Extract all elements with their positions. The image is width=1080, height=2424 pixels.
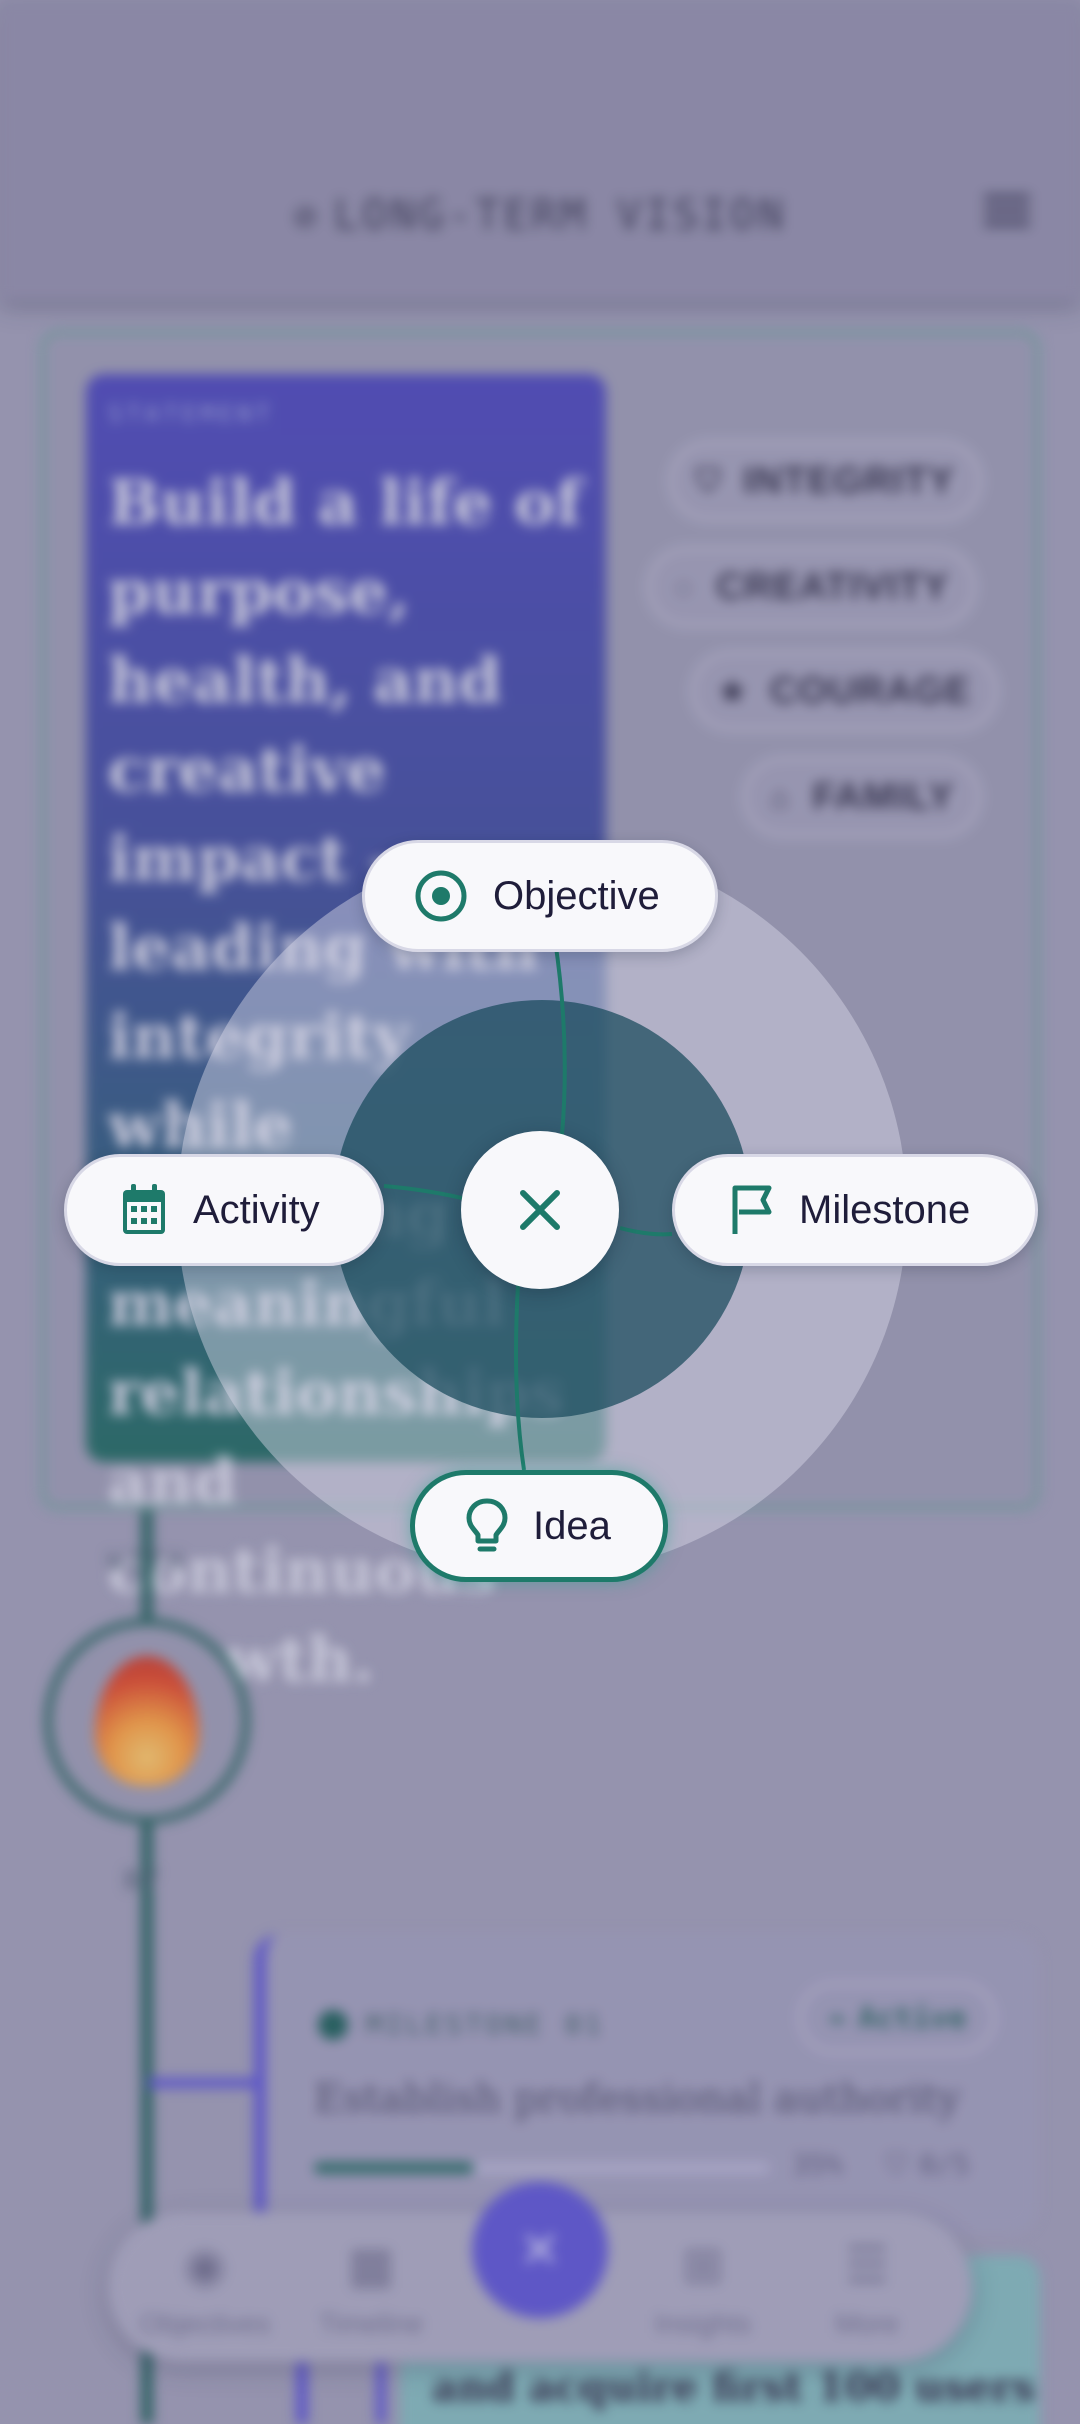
add-idea-label: Idea (533, 1503, 611, 1548)
add-milestone-button[interactable]: Milestone (672, 1154, 1038, 1266)
add-activity-button[interactable]: Activity (64, 1154, 384, 1266)
close-menu-button[interactable] (461, 1131, 619, 1289)
add-objective-label: Objective (493, 873, 660, 918)
add-milestone-label: Milestone (799, 1187, 971, 1232)
flag-icon (732, 1185, 772, 1234)
lightbulb-icon (466, 1498, 508, 1552)
calendar-icon (123, 1184, 165, 1234)
add-activity-label: Activity (193, 1187, 320, 1232)
add-objective-button[interactable]: Objective (362, 840, 718, 952)
add-idea-button[interactable]: Idea (410, 1470, 668, 1582)
target-icon (415, 870, 467, 922)
close-icon (520, 1190, 560, 1230)
